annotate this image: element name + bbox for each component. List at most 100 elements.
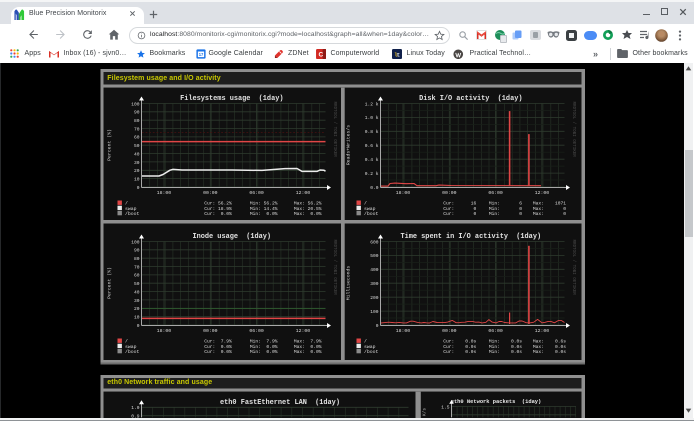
svg-text:Min: 56.2%: Min: 56.2%: [250, 201, 278, 207]
svg-text:00:00: 00:00: [442, 328, 457, 334]
svg-text:10: 10: [134, 176, 140, 182]
svg-text:20: 20: [134, 168, 140, 174]
svg-text:Max: 56.2%: Max: 56.2%: [294, 201, 322, 207]
svg-text:Cur: 0.0%: Cur: 0.0%: [204, 211, 232, 217]
svg-text:K/s: K/s: [423, 408, 428, 416]
svg-text:06:00: 06:00: [249, 190, 264, 196]
svg-text:0.8 k: 0.8 k: [365, 129, 379, 135]
svg-text:06:00: 06:00: [249, 328, 264, 334]
svg-text:Max: 20.5%: Max: 20.5%: [294, 206, 322, 212]
svg-text:Cur: 18.9%: Cur: 18.9%: [204, 206, 232, 212]
svg-text:100: 100: [131, 239, 140, 245]
svg-text:Filesystem usage and I/O activ: Filesystem usage and I/O activity: [107, 75, 220, 82]
svg-text:Min: 0.0s: Min: 0.0s: [489, 344, 522, 350]
svg-text:80: 80: [134, 118, 140, 124]
svg-text:Max: 0.0%: Max: 0.0%: [294, 344, 322, 350]
svg-text:12:00: 12:00: [535, 328, 550, 334]
svg-text:/: /: [125, 201, 128, 207]
svg-text:0: 0: [137, 323, 140, 329]
svg-text:500: 500: [370, 253, 379, 259]
svg-text:06:00: 06:00: [488, 190, 503, 196]
svg-text:70: 70: [134, 126, 140, 132]
svg-text:00:00: 00:00: [203, 328, 218, 334]
svg-text:Cur: 0: Cur: 0: [443, 211, 476, 217]
svg-text:Min: 0.0%: Min: 0.0%: [250, 344, 278, 350]
svg-text:Min: 0.0%: Min: 0.0%: [250, 211, 278, 217]
svg-text:18:00: 18:00: [396, 328, 411, 334]
svg-text:400: 400: [370, 267, 379, 273]
svg-text:Min: 14.4%: Min: 14.4%: [250, 206, 278, 212]
svg-text:Disk I/O activity (1day): Disk I/O activity (1day): [419, 95, 522, 103]
svg-text:0.6 k: 0.6 k: [365, 143, 379, 149]
svg-text:40: 40: [134, 289, 140, 295]
svg-text:Cur: 0.0%: Cur: 0.0%: [204, 349, 232, 355]
svg-text:RRDTOOL / TOBI OETIKER: RRDTOOL / TOBI OETIKER: [332, 102, 337, 158]
svg-text:Cur: 0: Cur: 0: [443, 206, 476, 212]
svg-text:/boot: /boot: [364, 211, 379, 217]
svg-text:Min: 6: Min: 6: [489, 201, 522, 207]
svg-text:Cur: 0.0%: Cur: 0.0%: [204, 344, 232, 350]
svg-text:Max: 0.6s: Max: 0.6s: [533, 339, 566, 345]
svg-text:Min: 0: Min: 0: [489, 206, 522, 212]
svg-text:/boot: /boot: [125, 349, 140, 355]
svg-text:00:00: 00:00: [442, 190, 457, 196]
svg-text:12:00: 12:00: [296, 328, 311, 334]
svg-text:600: 600: [370, 239, 379, 245]
svg-text:0.2 k: 0.2 k: [365, 171, 379, 177]
svg-text:10: 10: [134, 314, 140, 320]
svg-text:/boot: /boot: [364, 349, 379, 355]
svg-text:Min: 7.9%: Min: 7.9%: [250, 339, 278, 345]
svg-text:eth0 Network traffic and usage: eth0 Network traffic and usage: [107, 379, 212, 386]
svg-text:Max: 0.0s: Max: 0.0s: [533, 349, 566, 355]
svg-text:1.0 k: 1.0 k: [365, 115, 379, 121]
svg-text:18:00: 18:00: [157, 190, 172, 196]
svg-text:80: 80: [134, 256, 140, 262]
svg-text:70: 70: [134, 264, 140, 270]
svg-text:Cur: 7.9%: Cur: 7.9%: [204, 339, 232, 345]
svg-text:1.2 k: 1.2 k: [365, 101, 379, 107]
svg-text:RRDTOOL / TOBI OETIKER: RRDTOOL / TOBI OETIKER: [571, 240, 576, 296]
svg-text:90: 90: [134, 110, 140, 116]
svg-text:Cur: 56.2%: Cur: 56.2%: [204, 201, 232, 207]
svg-text:Max: 0.0s: Max: 0.0s: [533, 344, 566, 350]
svg-text:Min: 0.0s: Min: 0.0s: [489, 339, 522, 345]
svg-text:90: 90: [134, 248, 140, 254]
svg-text:Max: 0: Max: 0: [533, 206, 566, 212]
svg-text:00:00: 00:00: [203, 190, 218, 196]
svg-text:Cur: 0.0s: Cur: 0.0s: [443, 339, 476, 345]
svg-text:30: 30: [134, 298, 140, 304]
svg-text:Max: 0.0%: Max: 0.0%: [294, 211, 322, 217]
svg-text:30: 30: [134, 160, 140, 166]
svg-text:Min: 0.0s: Min: 0.0s: [489, 349, 522, 355]
svg-text:60: 60: [134, 273, 140, 279]
svg-text:Cur: 16: Cur: 16: [443, 201, 476, 207]
svg-text:Inode usage (1day): Inode usage (1day): [193, 233, 272, 241]
svg-text:0: 0: [376, 323, 379, 329]
svg-text:Percent (%): Percent (%): [107, 267, 113, 299]
svg-text:100: 100: [131, 101, 140, 107]
svg-text:100: 100: [370, 309, 379, 315]
svg-text:0.0: 0.0: [370, 185, 379, 191]
svg-text:Max: 1071: Max: 1071: [533, 201, 566, 207]
svg-text:Cur: 0.0s: Cur: 0.0s: [443, 344, 476, 350]
svg-text:20: 20: [134, 306, 140, 312]
svg-text:Max: 0: Max: 0: [533, 211, 566, 217]
svg-text:Milliseconds: Milliseconds: [346, 266, 352, 301]
svg-text:Filesystems usage (1day): Filesystems usage (1day): [180, 95, 283, 103]
svg-text:50: 50: [134, 281, 140, 287]
svg-text:RRDTOOL / TOBI OETIKER: RRDTOOL / TOBI OETIKER: [332, 240, 337, 296]
svg-text:Time spent in I/O activity (1: Time spent in I/O activity (1day): [401, 233, 542, 241]
svg-text:eth0 FastEthernet LAN (1day): eth0 FastEthernet LAN (1day): [220, 399, 340, 407]
svg-text:300: 300: [370, 281, 379, 287]
svg-text:0: 0: [137, 185, 140, 191]
svg-text:0.4 k: 0.4 k: [365, 157, 379, 163]
svg-text:/: /: [364, 201, 367, 207]
svg-text:06:00: 06:00: [488, 328, 503, 334]
svg-text:RRDTOOL / TOBI OETIKER: RRDTOOL / TOBI OETIKER: [571, 102, 576, 158]
svg-text:1.0: 1.0: [131, 405, 140, 411]
svg-text:18:00: 18:00: [396, 190, 411, 196]
svg-text:Percent (%): Percent (%): [107, 129, 113, 161]
svg-text:12:00: 12:00: [296, 190, 311, 196]
svg-text:/boot: /boot: [125, 211, 140, 217]
svg-text:Min: 0.0%: Min: 0.0%: [250, 349, 278, 355]
